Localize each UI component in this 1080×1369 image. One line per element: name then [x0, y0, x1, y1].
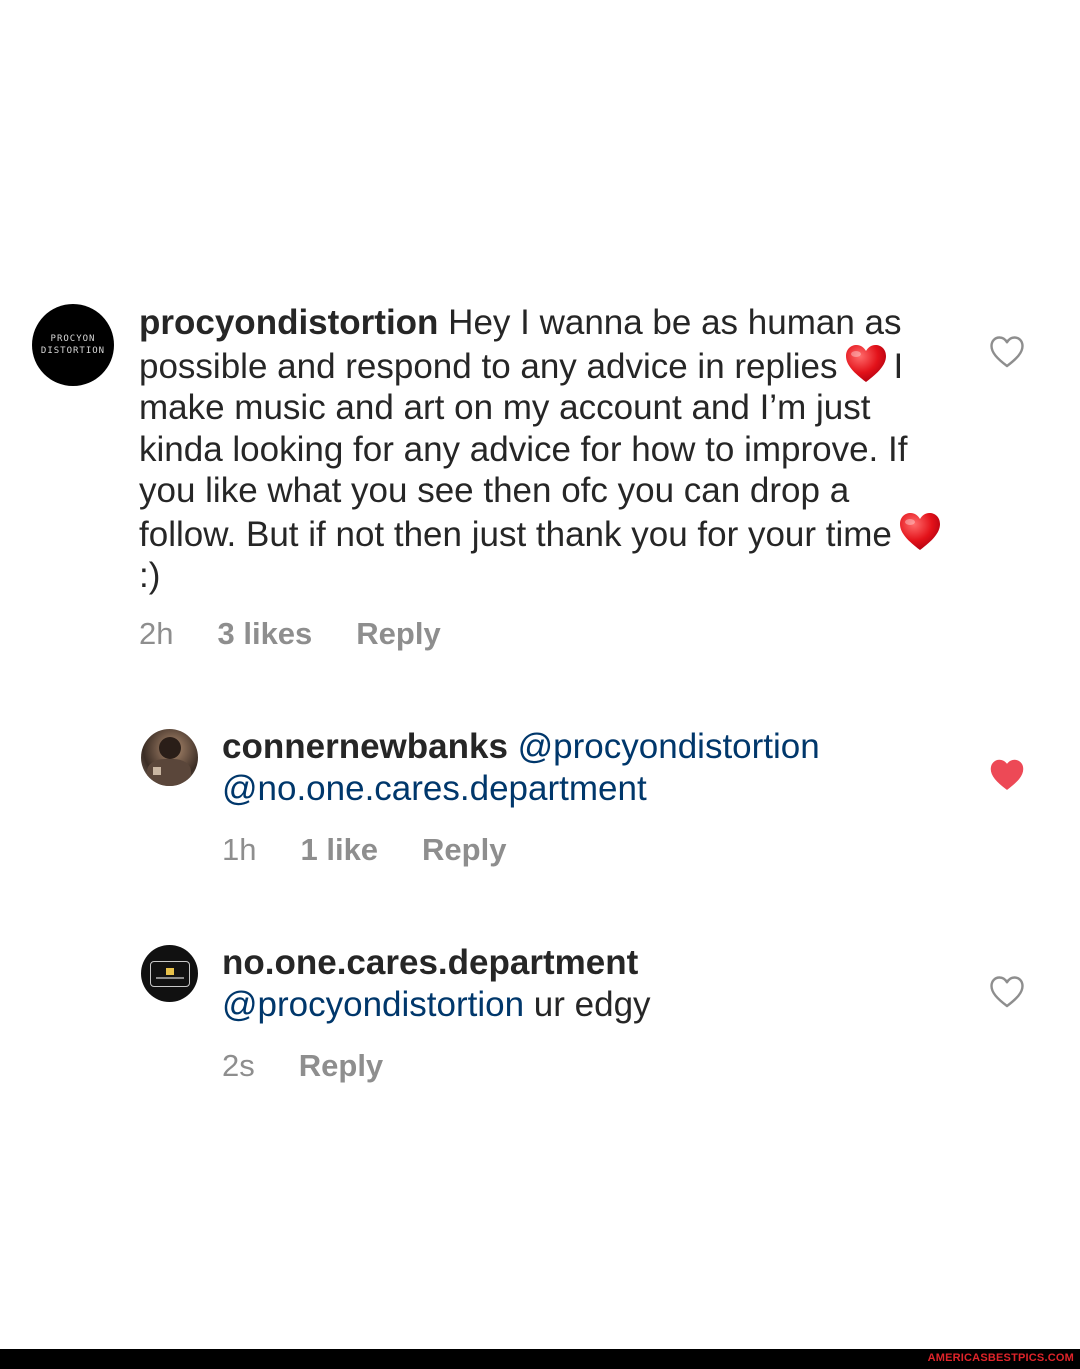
comment-meta: 2h 3 likes Reply: [139, 614, 441, 654]
footer-bar: AMERICASBESTPICS.COM: [0, 1349, 1080, 1369]
username[interactable]: connernewbanks: [222, 727, 508, 766]
timestamp: 2h: [139, 616, 174, 651]
comment-text: ur edgy: [524, 984, 651, 1024]
username[interactable]: no.one.cares.department: [222, 943, 638, 982]
heart-outline-icon[interactable]: [989, 975, 1025, 1009]
avatar-logo-text-line2: DISTORTION: [40, 346, 106, 356]
heart-filled-icon[interactable]: [989, 758, 1025, 792]
comment-meta: 1h 1 like Reply: [222, 830, 506, 870]
reply-button[interactable]: Reply: [299, 1046, 383, 1086]
mention-link[interactable]: @procyondistortion: [222, 985, 524, 1024]
likes-count[interactable]: 3 likes: [217, 614, 312, 654]
avatar[interactable]: PROCYON DISTORTION: [32, 304, 114, 386]
timestamp: 2s: [222, 1048, 255, 1083]
mention-link[interactable]: @no.one.cares.department: [222, 769, 647, 808]
avatar-logo-text-line1: PROCYON: [50, 334, 96, 344]
avatar[interactable]: [141, 945, 198, 1002]
username[interactable]: procyondistortion: [139, 303, 438, 342]
comment-body: connernewbanks @procyondistortion @no.one…: [222, 726, 942, 809]
timestamp: 1h: [222, 832, 257, 867]
avatar[interactable]: [141, 729, 198, 786]
comment-body: procyondistortion Hey I wanna be as huma…: [139, 302, 949, 597]
comment-body: no.one.cares.department @procyondistortio…: [222, 942, 942, 1025]
red-heart-emoji-icon: [899, 512, 940, 550]
comment-text-end: :): [139, 556, 161, 595]
red-heart-emoji-icon: [845, 344, 886, 382]
heart-outline-icon[interactable]: [989, 335, 1025, 369]
reply-button[interactable]: Reply: [422, 830, 506, 870]
watermark-credit: AMERICASBESTPICS.COM: [927, 1352, 1074, 1364]
reply-button[interactable]: Reply: [356, 614, 440, 654]
likes-count[interactable]: 1 like: [300, 830, 378, 870]
mention-link[interactable]: @procyondistortion: [518, 727, 820, 766]
comment-meta: 2s Reply: [222, 1046, 383, 1086]
